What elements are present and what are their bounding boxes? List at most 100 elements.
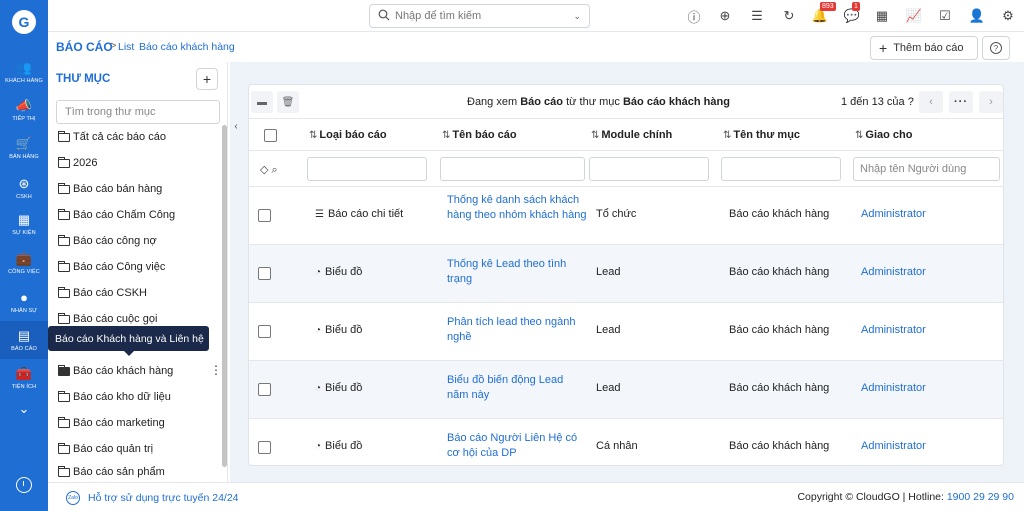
folder-item[interactable]: Báo cáo quản trị bbox=[58, 438, 218, 460]
nav-item-marketing[interactable]: 📣 TIẾP THỊ bbox=[0, 91, 48, 129]
assignee-link[interactable]: Administrator bbox=[861, 323, 926, 338]
next-page-button[interactable]: › bbox=[979, 91, 1003, 113]
checkbox-icon[interactable]: ☑ bbox=[937, 8, 953, 24]
breadcrumb-list[interactable]: List bbox=[118, 41, 134, 53]
message-badge: 1 bbox=[852, 2, 860, 11]
folder-item[interactable]: Báo cáo kho dữ liệu bbox=[58, 386, 218, 408]
chat-icon[interactable]: 💬 1 bbox=[844, 2, 860, 24]
report-name-link[interactable]: Biểu đồ biến động Lead năm này bbox=[447, 373, 587, 403]
folder-item[interactable]: Báo cáo Công việc bbox=[58, 256, 218, 278]
select-all-checkbox[interactable] bbox=[264, 129, 277, 142]
filter-folder-input[interactable] bbox=[721, 157, 841, 181]
list-icon[interactable]: ☰ bbox=[749, 8, 765, 24]
folder-item[interactable]: Báo cáo bán hàng bbox=[58, 178, 218, 200]
filter-name-input[interactable] bbox=[440, 157, 585, 181]
col-header-module[interactable]: ⇅ Module chính bbox=[591, 129, 672, 141]
hotline[interactable]: 1900 29 29 90 bbox=[947, 491, 1014, 503]
report-name-link[interactable]: Phân tích lead theo ngành nghề bbox=[447, 315, 587, 345]
row-checkbox[interactable] bbox=[258, 267, 271, 280]
nav-item-events[interactable]: ▦ SỰ KIỆN bbox=[0, 205, 48, 243]
col-header-folder[interactable]: ⇅ Tên thư mục bbox=[723, 129, 800, 141]
delete-button[interactable]: 🗑 bbox=[277, 91, 299, 113]
refresh-icon[interactable]: ↻ bbox=[781, 8, 797, 24]
table-row[interactable]: ◔ Biểu đồ Thống kê Lead theo tình trạng L… bbox=[249, 245, 1003, 303]
bell-icon[interactable]: 🔔 893 bbox=[812, 2, 836, 24]
report-name-link[interactable]: Thống kê Lead theo tình trạng bbox=[447, 257, 587, 287]
users-icon: 👥 bbox=[15, 59, 33, 75]
report-name-link[interactable]: Báo cáo Người Liên Hệ có cơ hội của DP bbox=[447, 431, 587, 461]
folder-item[interactable]: 2026 bbox=[58, 152, 218, 174]
search-icon[interactable]: ⌕ bbox=[272, 164, 278, 176]
row-checkbox[interactable] bbox=[258, 209, 271, 222]
table-row[interactable]: ◔ Biểu đồ Phân tích lead theo ngành nghề … bbox=[249, 303, 1003, 361]
global-search-input[interactable] bbox=[395, 10, 565, 22]
row-checkbox[interactable] bbox=[258, 441, 271, 454]
col-header-type[interactable]: ⇅ Loại báo cáo bbox=[309, 129, 387, 141]
folder-item[interactable]: Báo cáo Chấm Công bbox=[58, 204, 218, 226]
row-checkbox[interactable] bbox=[258, 383, 271, 396]
folder-item-active[interactable]: Báo cáo khách hàng ⋮ bbox=[58, 360, 222, 382]
pie-chart-icon: ◔ bbox=[315, 267, 322, 278]
prev-page-button[interactable]: ‹ bbox=[919, 91, 943, 113]
table-row[interactable]: ◔ Biểu đồ Biểu đồ biến động Lead năm này … bbox=[249, 361, 1003, 419]
user-icon[interactable]: 👤 bbox=[969, 8, 985, 24]
pie-chart-icon: ◔ bbox=[315, 383, 322, 394]
total-count[interactable]: ? bbox=[908, 96, 914, 108]
nav-item-hr[interactable]: ● NHÂN SỰ bbox=[0, 283, 48, 321]
sort-icon: ⇅ bbox=[442, 130, 451, 141]
filter-assignee-input[interactable] bbox=[853, 157, 1000, 181]
assignee-link[interactable]: Administrator bbox=[861, 265, 926, 280]
kebab-menu-icon[interactable]: ⋮ bbox=[210, 364, 222, 376]
breadcrumb-module[interactable]: BÁO CÁO bbox=[56, 40, 113, 54]
calendar-icon: ▦ bbox=[17, 211, 31, 227]
collapse-panel-icon[interactable]: ‹ bbox=[230, 118, 242, 134]
help-button[interactable]: ? bbox=[982, 36, 1010, 60]
col-header-name[interactable]: ⇅ Tên báo cáo bbox=[442, 129, 517, 141]
folder-icon bbox=[58, 465, 70, 477]
chart-icon[interactable]: 📈 bbox=[906, 8, 922, 24]
more-button[interactable]: ··· bbox=[949, 91, 973, 113]
folder-scrollbar[interactable] bbox=[222, 125, 227, 467]
folder-icon bbox=[58, 312, 70, 324]
col-header-assignee[interactable]: ⇅ Giao cho bbox=[855, 129, 912, 141]
assignee-link[interactable]: Administrator bbox=[861, 207, 926, 222]
folder-icon bbox=[58, 286, 70, 298]
add-circle-icon[interactable]: ⊕ bbox=[717, 8, 733, 24]
report-name-link[interactable]: Thống kê danh sách khách hàng theo nhóm … bbox=[447, 193, 587, 223]
alert-icon[interactable]: ⓘ bbox=[686, 8, 702, 25]
folder-item[interactable]: Tất cả các báo cáo bbox=[58, 126, 218, 148]
support-link[interactable]: Zalo Hỗ trợ sử dụng trực tuyến 24/24 bbox=[66, 491, 239, 505]
folder-item[interactable]: Báo cáo sản phẩm bbox=[58, 464, 218, 480]
folder-search-input[interactable] bbox=[56, 100, 220, 124]
folder-icon bbox=[58, 130, 70, 142]
nav-item-cskh[interactable]: ⊛ CSKH bbox=[0, 169, 48, 207]
add-folder-button[interactable]: + bbox=[196, 68, 218, 90]
nav-expand[interactable]: ⌄ bbox=[0, 392, 48, 426]
global-search[interactable]: ⌄ bbox=[369, 4, 590, 28]
filter-type-input[interactable] bbox=[307, 157, 427, 181]
nav-item-customers[interactable]: 👥 KHÁCH HÀNG bbox=[0, 53, 48, 91]
report-icon: ▤ bbox=[17, 327, 31, 343]
folder-icon bbox=[58, 208, 70, 220]
folder-item[interactable]: Báo cáo marketing bbox=[58, 412, 218, 434]
assignee-link[interactable]: Administrator bbox=[861, 439, 926, 454]
calendar-icon[interactable]: ▦ bbox=[874, 8, 890, 24]
folder-item[interactable]: Báo cáo CSKH bbox=[58, 282, 218, 304]
clock-icon[interactable] bbox=[16, 477, 32, 493]
table-row[interactable]: ◔ Biểu đồ Báo cáo Người Liên Hệ có cơ hội… bbox=[249, 419, 1003, 465]
row-checkbox[interactable] bbox=[258, 325, 271, 338]
filter-module-input[interactable] bbox=[589, 157, 709, 181]
nav-item-sales[interactable]: 🛒 BÁN HÀNG bbox=[0, 129, 48, 167]
chevron-down-icon[interactable]: ⌄ bbox=[573, 11, 581, 22]
eraser-icon[interactable]: ◇ bbox=[260, 164, 268, 176]
cloudgo-logo-icon[interactable]: G bbox=[12, 10, 36, 34]
gear-icon[interactable]: ⚙ bbox=[1000, 8, 1016, 24]
move-folder-button[interactable]: ▬ bbox=[251, 91, 273, 113]
nav-item-reports[interactable]: ▤ BÁO CÁO bbox=[0, 321, 48, 359]
folder-item[interactable]: Báo cáo công nợ bbox=[58, 230, 218, 252]
folder-icon bbox=[58, 390, 70, 402]
table-row[interactable]: ☰ Báo cáo chi tiết Thống kê danh sách khá… bbox=[249, 187, 1003, 245]
nav-item-tasks[interactable]: 💼 CÔNG VIỆC bbox=[0, 244, 48, 282]
assignee-link[interactable]: Administrator bbox=[861, 381, 926, 396]
add-report-button[interactable]: + Thêm báo cáo bbox=[870, 36, 978, 60]
